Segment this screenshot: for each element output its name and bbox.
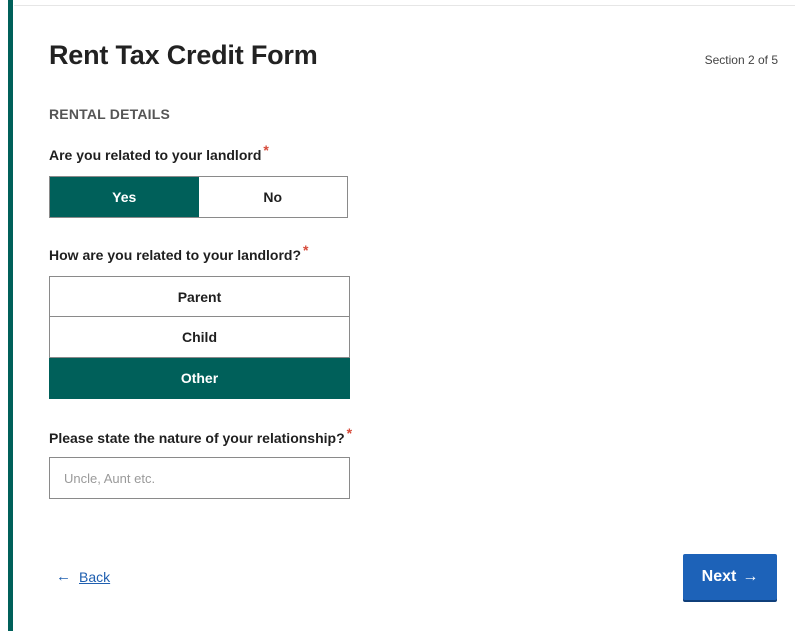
question-relationship-label: How are you related to your landlord? *	[49, 242, 309, 263]
relationship-option-group: Parent Child Other	[49, 276, 350, 399]
top-divider	[14, 5, 795, 6]
required-marker: *	[346, 425, 353, 441]
next-button-label: Next	[701, 568, 737, 585]
question-nature-label: Please state the nature of your relation…	[49, 425, 352, 446]
section-heading: RENTAL DETAILS	[49, 106, 171, 122]
related-toggle-group: Yes No	[49, 176, 348, 218]
question-nature-text: Please state the nature of your relation…	[49, 430, 345, 446]
question-related-label: Are you related to your landlord *	[49, 142, 269, 163]
required-marker: *	[303, 242, 309, 258]
back-link[interactable]: ← Back	[56, 568, 110, 585]
question-related-text: Are you related to your landlord	[49, 147, 262, 163]
arrow-left-icon: ←	[56, 568, 71, 585]
form-page: Rent Tax Credit Form Section 2 of 5 RENT…	[0, 0, 795, 631]
question-relationship-text: How are you related to your landlord?	[49, 247, 302, 263]
back-link-label: Back	[79, 568, 111, 585]
related-no-button[interactable]: No	[198, 177, 347, 217]
page-title: Rent Tax Credit Form	[49, 40, 318, 70]
arrow-right-icon: →	[742, 568, 759, 585]
related-yes-button[interactable]: Yes	[50, 177, 199, 217]
section-counter: Section 2 of 5	[704, 53, 778, 67]
required-marker: *	[263, 142, 269, 158]
left-accent-bar	[8, 0, 13, 631]
relationship-other-button[interactable]: Other	[49, 358, 350, 399]
next-button[interactable]: Next →	[683, 554, 777, 600]
relationship-nature-input[interactable]	[49, 457, 350, 499]
relationship-child-button[interactable]: Child	[49, 317, 350, 358]
relationship-parent-button[interactable]: Parent	[49, 276, 350, 317]
